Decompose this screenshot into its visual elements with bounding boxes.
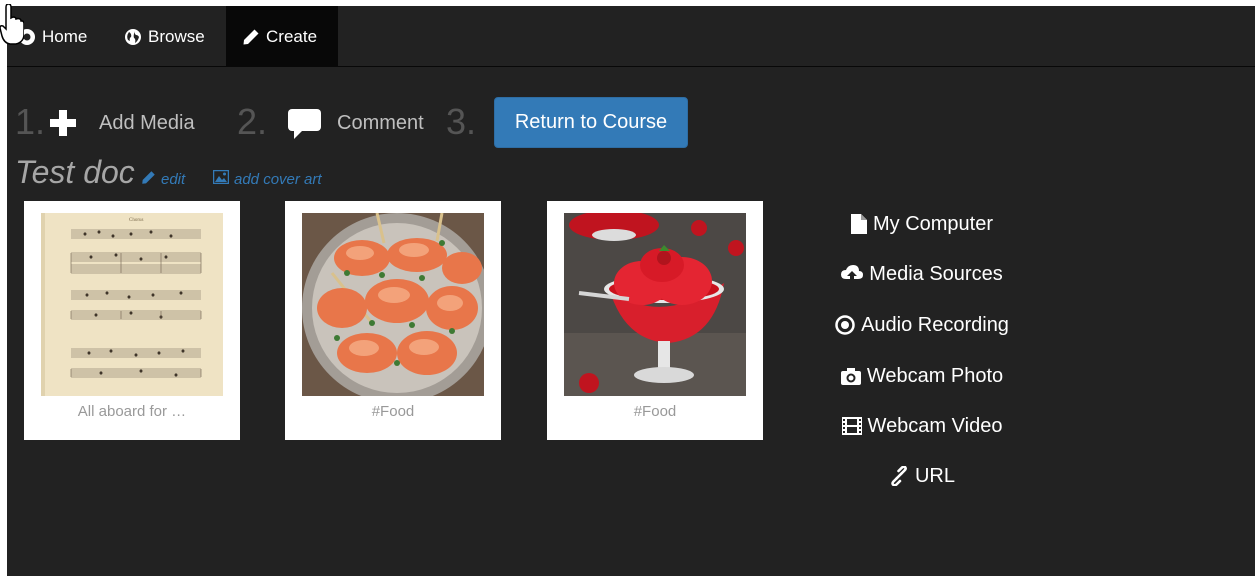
step-1-number: 1. (15, 101, 46, 142)
source-label: My Computer (872, 212, 994, 235)
navbar: Home Browse Create (7, 6, 1255, 67)
media-card[interactable]: #Food (547, 201, 763, 440)
step-1-label[interactable]: Add Media (99, 111, 195, 135)
film-icon (841, 417, 868, 435)
source-media-sources[interactable]: Media Sources (787, 254, 1057, 294)
step-3-number: 3. (446, 101, 477, 142)
card-caption: #Food (371, 403, 415, 420)
source-label: URL (914, 464, 955, 487)
steps-bar: 1. Add Media 2. Comment 3. Return to Cou… (7, 96, 1255, 148)
camera-icon (840, 367, 867, 385)
source-label: Webcam Photo (866, 364, 1004, 387)
add-cover-art-label: add cover art (234, 170, 322, 188)
sheet-music-thumbnail: Chorus (41, 213, 223, 396)
source-label: Audio Recording (861, 313, 1009, 336)
pencil-icon (141, 170, 161, 189)
strawberry-sorbet-thumbnail (564, 213, 746, 396)
hand-cursor-icon (0, 3, 25, 51)
nav-create[interactable]: Create (226, 6, 338, 67)
plus-icon (48, 108, 78, 143)
source-webcam-video[interactable]: Webcam Video (787, 406, 1057, 446)
add-cover-art-link[interactable]: add cover art (212, 169, 322, 188)
edit-link[interactable]: edit (141, 170, 185, 189)
card-caption: #Food (633, 403, 677, 420)
picture-icon (212, 169, 234, 188)
media-card[interactable]: #Food (285, 201, 501, 440)
card-caption: All aboard for … (77, 403, 187, 420)
source-my-computer[interactable]: My Computer (787, 204, 1057, 244)
step-2-label[interactable]: Comment (337, 111, 424, 135)
nav-browse-label: Browse (148, 26, 205, 46)
pencil-icon (242, 28, 266, 46)
media-card[interactable]: Chorus All aboard for … (24, 201, 240, 440)
step-2-number: 2. (237, 101, 268, 142)
shrimp-dish-thumbnail (302, 213, 484, 396)
globe-icon (124, 28, 148, 46)
nav-browse[interactable]: Browse (112, 6, 217, 67)
cloud-upload-icon (841, 265, 869, 283)
file-icon (850, 214, 873, 234)
link-icon (889, 466, 915, 486)
edit-link-label: edit (161, 171, 186, 188)
doc-title: Test doc (15, 154, 135, 190)
source-label: Webcam Video (867, 414, 1003, 437)
svg-text:Chorus: Chorus (129, 218, 144, 223)
source-webcam-photo[interactable]: Webcam Photo (787, 356, 1057, 396)
nav-create-label: Create (266, 26, 318, 46)
nav-home-label: Home (42, 26, 88, 46)
comment-icon (288, 109, 321, 144)
return-to-course-button[interactable]: Return to Course (494, 97, 688, 148)
source-audio-recording[interactable]: Audio Recording (787, 305, 1057, 345)
record-icon (835, 315, 861, 335)
source-label: Media Sources (869, 262, 1003, 285)
source-url[interactable]: URL (787, 456, 1057, 496)
app-window: Home Browse Create 1. Add Media 2. Comme… (7, 6, 1255, 576)
